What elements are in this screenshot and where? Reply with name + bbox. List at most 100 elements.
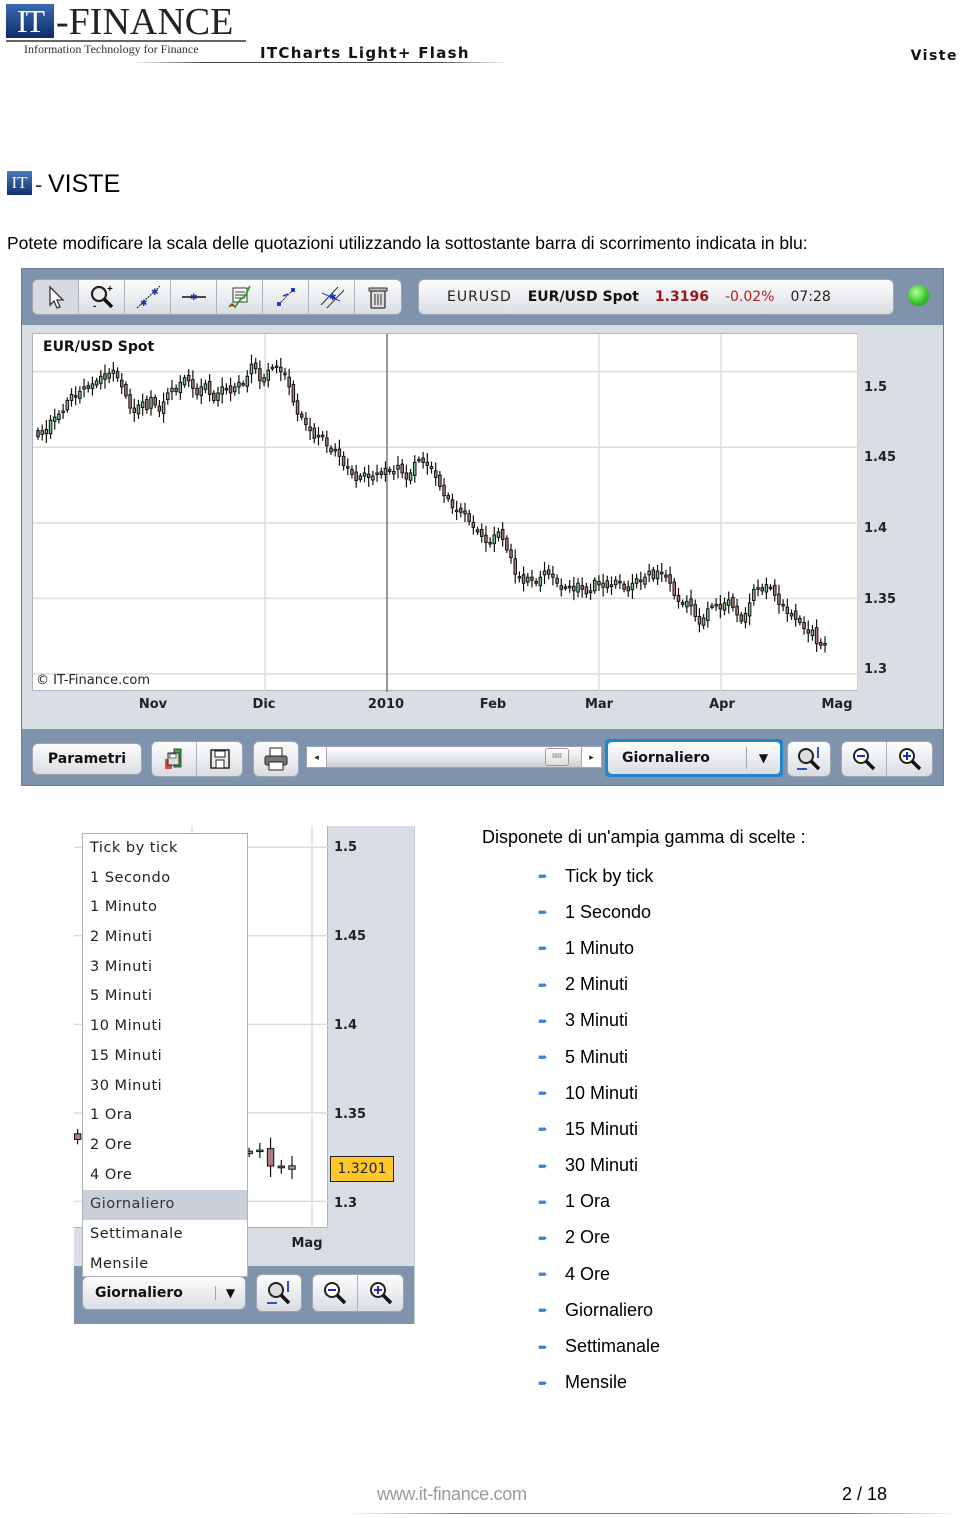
- dropdown-option[interactable]: 4 Ore: [83, 1161, 247, 1191]
- dropdown-option[interactable]: Tick by tick: [83, 834, 247, 864]
- channel-button[interactable]: ✱: [309, 280, 355, 314]
- candle-up: [576, 582, 580, 593]
- candle-down: [400, 463, 404, 474]
- candle-up: [232, 386, 237, 393]
- dropdown-option[interactable]: 5 Minuti: [83, 982, 247, 1012]
- candle-up: [743, 612, 748, 623]
- autoscale-button[interactable]: [787, 741, 831, 777]
- mini-period-select[interactable]: Giornaliero ▼: [82, 1276, 246, 1310]
- scroll-left-button[interactable]: ◂: [307, 747, 327, 767]
- dropdown-option[interactable]: Giornaliero: [83, 1190, 247, 1220]
- parameters-button[interactable]: Parametri: [32, 743, 142, 775]
- candle-down: [350, 468, 354, 475]
- mini-zoom-out-button[interactable]: [313, 1275, 358, 1311]
- dropdown-option[interactable]: Mensile: [83, 1250, 247, 1280]
- save-button[interactable]: [197, 742, 242, 776]
- list-item: ➨ Tick by tick: [538, 858, 660, 894]
- candle-up: [392, 470, 396, 475]
- candle-up: [199, 386, 204, 397]
- print-button[interactable]: [253, 741, 299, 777]
- candle-down: [325, 437, 329, 447]
- candle-down: [689, 598, 693, 607]
- candle-up: [316, 434, 321, 438]
- delete-drawings-button[interactable]: [355, 280, 401, 314]
- candle-up: [371, 475, 375, 481]
- dropdown-option[interactable]: 1 Secondo: [83, 864, 247, 894]
- arrow-bullet-icon: ➨: [538, 1339, 549, 1354]
- dropdown-option[interactable]: 10 Minuti: [83, 1012, 247, 1042]
- candle-down: [145, 399, 149, 411]
- period-dropdown-screenshot: 1.5 1.45 1.4 1.35 1.3 1.3201 Mag Giornal…: [74, 826, 415, 1324]
- candle-down: [768, 586, 773, 590]
- dropdown-option[interactable]: 2 Minuti: [83, 923, 247, 953]
- candle-down: [341, 455, 346, 466]
- candle-up: [655, 570, 660, 580]
- price-plot[interactable]: EUR/USD Spot © IT-Finance.com: [32, 333, 859, 692]
- candle-up: [170, 387, 174, 393]
- candle-down: [74, 1133, 82, 1140]
- candle-up: [178, 381, 183, 394]
- list-item-label: Mensile: [565, 1372, 628, 1393]
- candle-up: [567, 585, 572, 589]
- zoom-area-button[interactable]: + -: [79, 280, 125, 314]
- list-item-label: 1 Minuto: [565, 937, 635, 958]
- candle-up: [358, 475, 363, 480]
- autoscale-zoom-icon: [797, 747, 821, 771]
- connection-status-led-icon: [908, 285, 929, 306]
- candle-down: [785, 606, 790, 614]
- save-template-button[interactable]: [152, 742, 197, 776]
- chevron-down-icon: ▼: [215, 1286, 245, 1300]
- dropdown-option[interactable]: 2 Ore: [83, 1131, 247, 1161]
- zoom-out-button[interactable]: [842, 742, 887, 776]
- svg-text:✱: ✱: [190, 292, 198, 302]
- candle-up: [823, 643, 827, 646]
- dropdown-option[interactable]: 15 Minuti: [83, 1042, 247, 1072]
- dropdown-option[interactable]: 1 Minuto: [83, 893, 247, 923]
- trend-line-button[interactable]: ✱ ✱: [125, 280, 171, 314]
- mini-zoom-in-button[interactable]: [358, 1275, 403, 1311]
- y-tick-label: 1.5: [864, 380, 888, 395]
- candle-down: [664, 574, 668, 578]
- candle-down: [672, 581, 677, 596]
- candle-down: [551, 573, 555, 578]
- svg-text:+: +: [107, 284, 113, 295]
- scale-scrollbar[interactable]: ◂ IIIII ▸: [306, 746, 602, 768]
- candle-up: [609, 584, 614, 588]
- scroll-right-button[interactable]: ▸: [581, 747, 601, 767]
- list-item: ➨ Giornaliero: [538, 1292, 660, 1328]
- horizontal-line-icon: ✱: [181, 292, 206, 302]
- candle-up: [266, 369, 270, 381]
- fan-lines-icon: [276, 288, 295, 306]
- candle-up: [714, 603, 718, 607]
- list-item: ➨ 10 Minuti: [538, 1075, 660, 1111]
- candle-down: [304, 417, 308, 426]
- select-pointer-button[interactable]: [33, 280, 79, 314]
- zoom-in-button[interactable]: [887, 742, 932, 776]
- candle-down: [446, 495, 451, 500]
- indicators-button[interactable]: [217, 280, 263, 314]
- dropdown-option[interactable]: Settimanale: [83, 1220, 247, 1250]
- horizontal-line-button[interactable]: ✱: [171, 280, 217, 314]
- candle-up: [496, 531, 501, 538]
- period-select[interactable]: Giornaliero ▼: [605, 739, 783, 777]
- candle-up: [630, 582, 635, 591]
- y-tick-label: 1.4: [334, 1018, 358, 1033]
- dropdown-option[interactable]: 3 Minuti: [83, 953, 247, 983]
- candle-down: [546, 569, 551, 575]
- mini-period-select-value: Giornaliero: [95, 1285, 183, 1301]
- mini-autoscale-button[interactable]: [256, 1274, 302, 1312]
- logo-tagline: Information Technology for Finance: [24, 42, 199, 56]
- candle-down: [279, 366, 283, 373]
- candle-down: [618, 580, 622, 584]
- fan-lines-button[interactable]: [263, 280, 309, 314]
- candle-up: [643, 576, 647, 585]
- candle-down: [500, 528, 505, 540]
- scroll-thumb[interactable]: IIIII: [545, 748, 569, 766]
- candle-down: [559, 585, 564, 590]
- dropdown-option[interactable]: 1 Ora: [83, 1101, 247, 1131]
- dropdown-option[interactable]: 30 Minuti: [83, 1072, 247, 1102]
- candle-down: [291, 383, 296, 403]
- chart-title: EUR/USD Spot: [43, 339, 155, 355]
- list-item-label: 15 Minuti: [565, 1118, 639, 1139]
- chart-watermark: © IT-Finance.com: [36, 673, 151, 688]
